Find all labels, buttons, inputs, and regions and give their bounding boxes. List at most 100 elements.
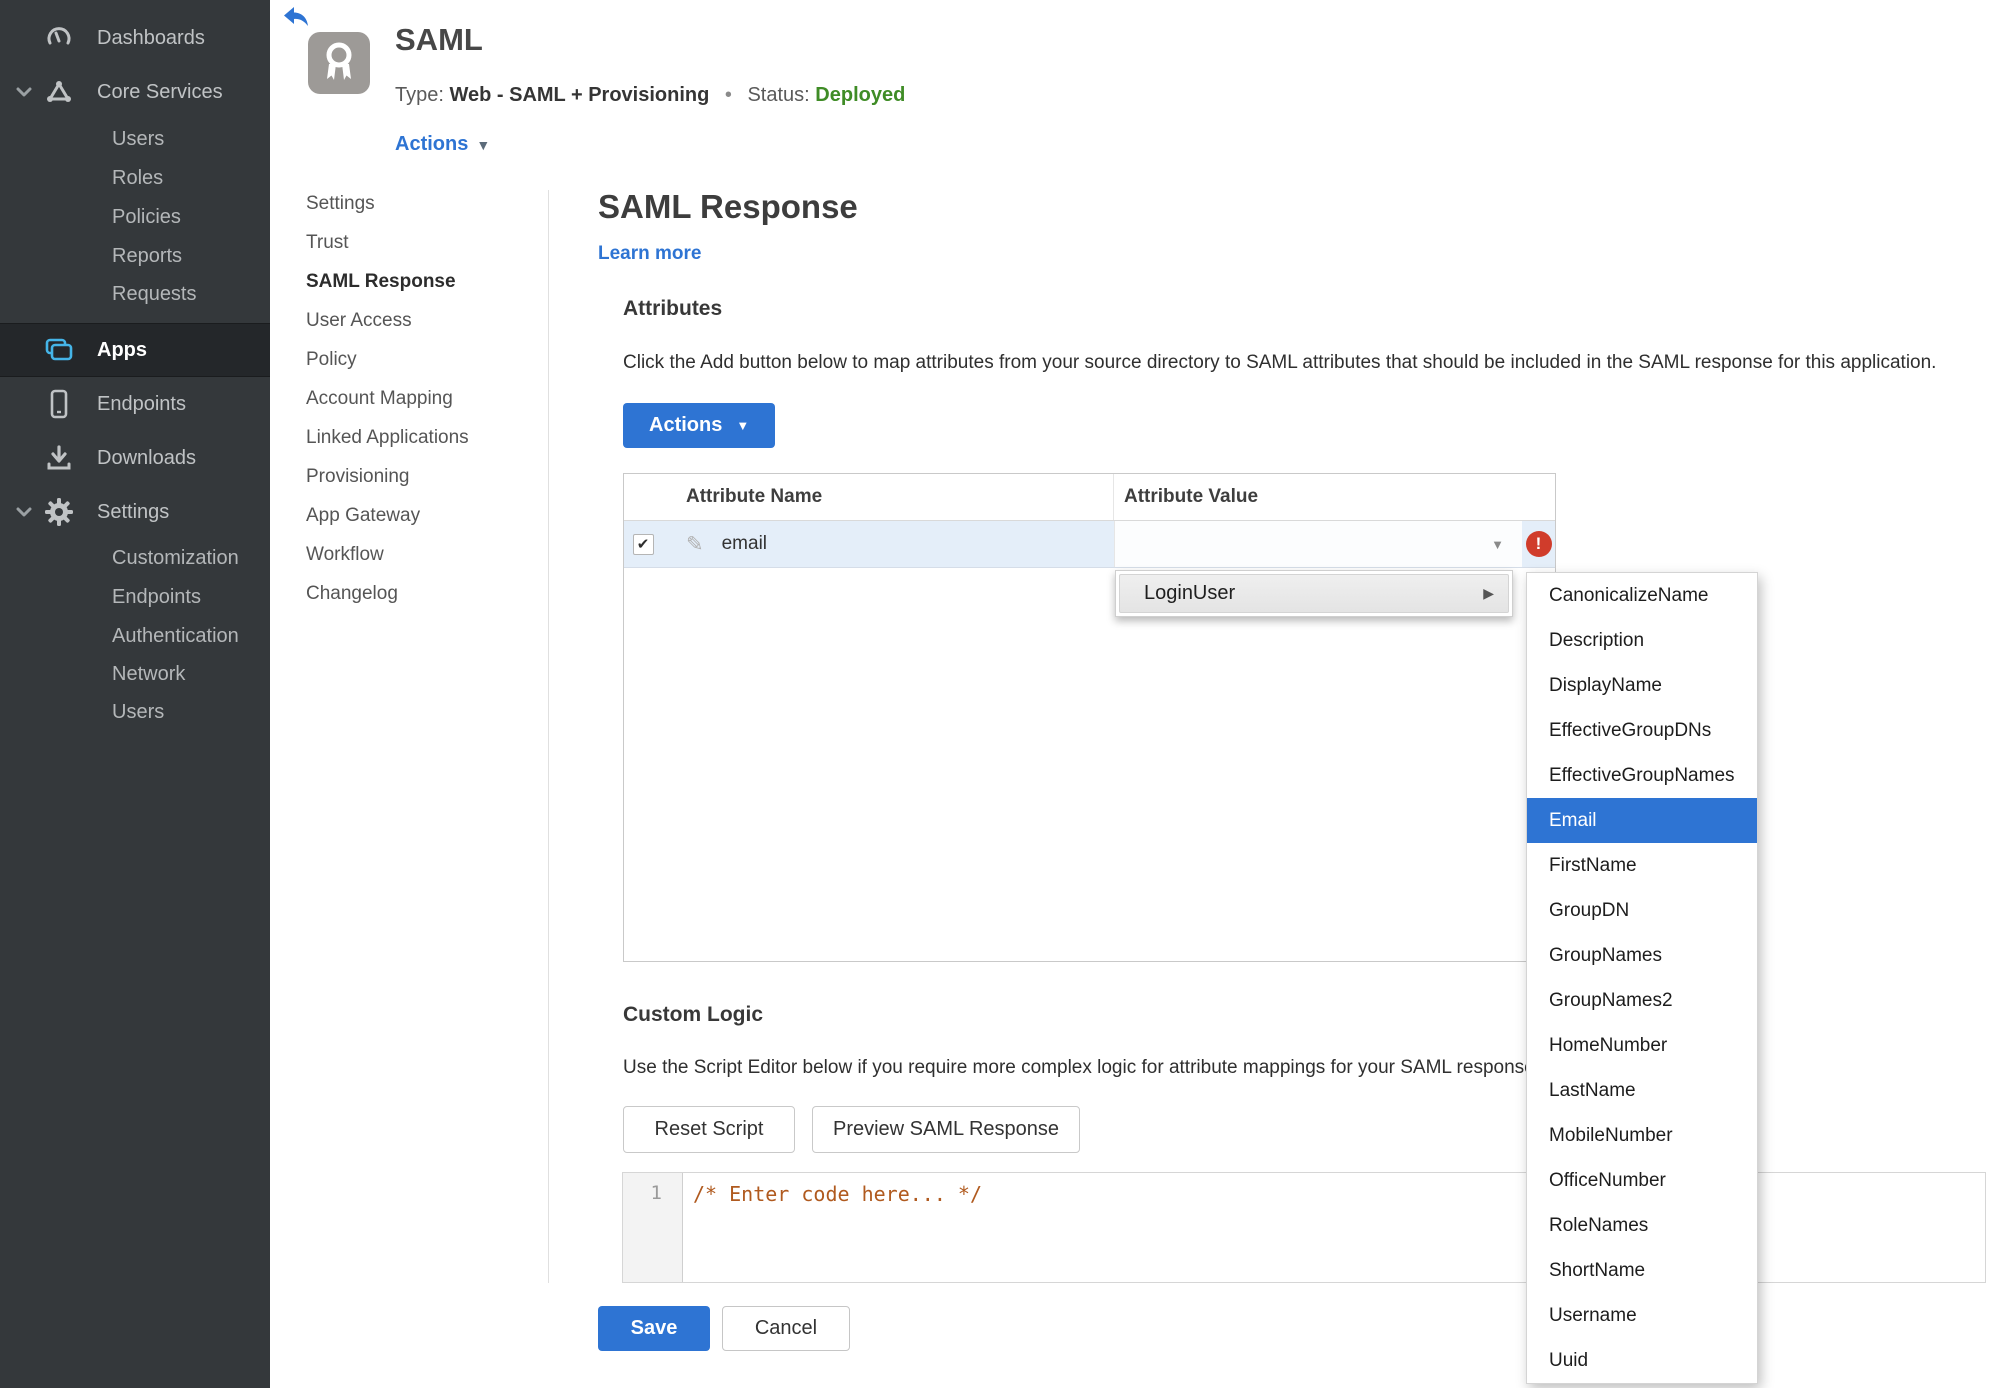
menu-item-loginuser[interactable]: LoginUser ▶ <box>1119 574 1509 613</box>
submenu-arrow-icon: ▶ <box>1483 585 1494 601</box>
type-label: Type: <box>395 84 444 106</box>
status-badge: Deployed <box>815 84 906 106</box>
nav-item-trust[interactable]: Trust <box>306 232 469 271</box>
nav-item-app-gateway[interactable]: App Gateway <box>306 505 469 544</box>
loginuser-submenu: CanonicalizeName Description DisplayName… <box>1526 572 1758 1384</box>
submenu-item-homenumber[interactable]: HomeNumber <box>1527 1023 1757 1068</box>
type-value: Web - SAML + Provisioning <box>449 84 710 106</box>
sidebar-item-customization[interactable]: Customization <box>0 538 270 578</box>
sidebar-item-label: Dashboards <box>97 26 205 49</box>
submenu-item-canonicalizename[interactable]: CanonicalizeName <box>1527 573 1757 618</box>
section-title: SAML Response <box>598 188 858 225</box>
sidebar-item-reports[interactable]: Reports <box>0 236 270 276</box>
separator-dot: • <box>724 84 732 106</box>
script-editor[interactable]: 1 /* Enter code here... */ <box>622 1172 1986 1283</box>
nav-item-changelog[interactable]: Changelog <box>306 583 469 622</box>
editor-code[interactable]: /* Enter code here... */ <box>683 1173 982 1282</box>
nav-item-policy[interactable]: Policy <box>306 349 469 388</box>
learn-more-link[interactable]: Learn more <box>598 243 701 265</box>
sidebar-item-apps[interactable]: Apps <box>0 323 270 377</box>
sidebar: Dashboards Core Services Users Roles Pol… <box>0 0 270 1388</box>
header-actions-dropdown[interactable]: Actions ▼ <box>395 133 490 156</box>
column-header-attribute-value: Attribute Value <box>1124 486 1259 507</box>
sidebar-item-core-services[interactable]: Core Services <box>0 72 270 112</box>
nav-item-account-mapping[interactable]: Account Mapping <box>306 388 469 427</box>
submenu-item-groupnames2[interactable]: GroupNames2 <box>1527 978 1757 1023</box>
attributes-table: Attribute Name Attribute Value ✔ ✎ email… <box>623 473 1556 962</box>
submenu-item-displayname[interactable]: DisplayName <box>1527 663 1757 708</box>
custom-logic-description: Use the Script Editor below if you requi… <box>623 1057 1540 1078</box>
nav-item-saml-response[interactable]: SAML Response <box>306 271 469 310</box>
download-icon <box>44 443 74 473</box>
sidebar-item-label: Apps <box>97 338 147 361</box>
nav-item-provisioning[interactable]: Provisioning <box>306 466 469 505</box>
sidebar-item-endpoints[interactable]: Endpoints <box>0 384 270 424</box>
submenu-item-officenumber[interactable]: OfficeNumber <box>1527 1158 1757 1203</box>
table-row: ✔ ✎ email ▼ ! <box>624 521 1555 568</box>
submenu-item-groupnames[interactable]: GroupNames <box>1527 933 1757 978</box>
sidebar-item-label: Downloads <box>97 446 196 469</box>
submenu-item-lastname[interactable]: LastName <box>1527 1068 1757 1113</box>
gauge-icon <box>44 23 74 53</box>
nav-item-settings[interactable]: Settings <box>306 193 469 232</box>
nav-item-user-access[interactable]: User Access <box>306 310 469 349</box>
mobile-device-icon <box>44 389 74 419</box>
saml-app-icon <box>308 32 370 94</box>
table-header-row: Attribute Name Attribute Value <box>624 474 1555 521</box>
sidebar-item-roles[interactable]: Roles <box>0 158 270 198</box>
chevron-down-icon: ▼ <box>476 137 491 153</box>
cancel-button[interactable]: Cancel <box>722 1306 850 1351</box>
preview-saml-response-button[interactable]: Preview SAML Response <box>812 1106 1080 1153</box>
sidebar-item-dashboards[interactable]: Dashboards <box>0 18 270 58</box>
nav-item-linked-applications[interactable]: Linked Applications <box>306 427 469 466</box>
page-title: SAML <box>395 22 483 57</box>
submenu-item-username[interactable]: Username <box>1527 1293 1757 1338</box>
sidebar-item-label: Settings <box>97 500 170 523</box>
nav-divider <box>548 190 549 1283</box>
chevron-down-icon[interactable] <box>13 501 35 523</box>
column-header-attribute-name: Attribute Name <box>662 474 1114 520</box>
editor-line-number: 1 <box>623 1173 683 1282</box>
sidebar-item-settings-users[interactable]: Users <box>0 692 270 732</box>
status-label: Status: <box>747 84 810 106</box>
chevron-down-icon: ▼ <box>736 418 750 433</box>
sidebar-item-label: Core Services <box>97 80 223 103</box>
submenu-item-uuid[interactable]: Uuid <box>1527 1338 1757 1383</box>
submenu-item-description[interactable]: Description <box>1527 618 1757 663</box>
sidebar-item-settings[interactable]: Settings <box>0 492 270 532</box>
custom-logic-heading: Custom Logic <box>623 1003 763 1026</box>
submenu-item-effectivegroupdns[interactable]: EffectiveGroupDNs <box>1527 708 1757 753</box>
row-checkbox[interactable]: ✔ <box>632 533 654 555</box>
checkbox-column-header <box>624 474 662 520</box>
sidebar-item-users[interactable]: Users <box>0 119 270 159</box>
sidebar-item-policies[interactable]: Policies <box>0 197 270 237</box>
core-services-icon <box>44 77 74 107</box>
submenu-item-rolenames[interactable]: RoleNames <box>1527 1203 1757 1248</box>
sidebar-item-requests[interactable]: Requests <box>0 274 270 314</box>
attribute-value-menu: LoginUser ▶ <box>1115 570 1513 617</box>
chevron-down-icon: ▼ <box>1491 537 1504 552</box>
edit-pencil-icon[interactable]: ✎ <box>686 532 704 557</box>
submenu-item-firstname[interactable]: FirstName <box>1527 843 1757 888</box>
submenu-item-groupdn[interactable]: GroupDN <box>1527 888 1757 933</box>
save-button[interactable]: Save <box>598 1306 710 1351</box>
attribute-value-dropdown[interactable]: ▼ <box>1114 521 1522 567</box>
sidebar-item-network[interactable]: Network <box>0 654 270 694</box>
app-window: Dashboards Core Services Users Roles Pol… <box>0 0 1999 1388</box>
submenu-item-shortname[interactable]: ShortName <box>1527 1248 1757 1293</box>
nav-item-workflow[interactable]: Workflow <box>306 544 469 583</box>
attributes-description: Click the Add button below to map attrib… <box>623 352 1937 373</box>
gear-icon <box>44 497 74 527</box>
submenu-item-effectivegroupnames[interactable]: EffectiveGroupNames <box>1527 753 1757 798</box>
back-arrow-icon[interactable] <box>283 6 309 28</box>
sidebar-item-settings-endpoints[interactable]: Endpoints <box>0 577 270 617</box>
submenu-item-email[interactable]: Email <box>1527 798 1757 843</box>
sidebar-item-downloads[interactable]: Downloads <box>0 438 270 478</box>
attributes-actions-button[interactable]: Actions ▼ <box>623 403 776 448</box>
sidebar-item-label: Endpoints <box>97 392 186 415</box>
chevron-down-icon[interactable] <box>13 81 35 103</box>
check-icon: ✔ <box>636 536 650 553</box>
submenu-item-mobilenumber[interactable]: MobileNumber <box>1527 1113 1757 1158</box>
reset-script-button[interactable]: Reset Script <box>623 1106 795 1153</box>
sidebar-item-authentication[interactable]: Authentication <box>0 616 270 656</box>
